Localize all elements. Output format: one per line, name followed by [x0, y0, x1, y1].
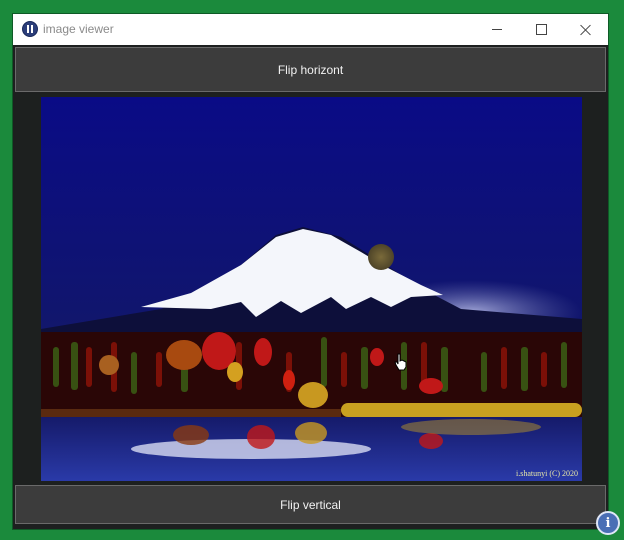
image-credit: i.shatunyi (C) 2020: [516, 469, 578, 478]
flip-horizontal-button[interactable]: Flip horizont: [15, 47, 606, 92]
window-title: image viewer: [43, 22, 114, 36]
app-logo-icon: [22, 21, 38, 37]
close-button[interactable]: [563, 14, 609, 45]
flip-vertical-button[interactable]: Flip vertical: [15, 485, 606, 524]
minimize-button[interactable]: [474, 14, 520, 45]
displayed-image: i.shatunyi (C) 2020: [41, 97, 582, 481]
hand-pointer-icon: [394, 353, 407, 371]
mountain-painting: [41, 97, 582, 481]
minimize-icon: [492, 29, 502, 30]
image-canvas: i.shatunyi (C) 2020: [15, 94, 606, 485]
image-viewer-window: image viewer Flip horizont i.shatunyi (C…: [12, 13, 609, 530]
maximize-icon: [535, 24, 547, 35]
close-icon: [580, 24, 592, 36]
maximize-button[interactable]: [518, 14, 564, 45]
title-bar[interactable]: image viewer: [13, 14, 608, 45]
info-icon[interactable]: i: [596, 511, 620, 535]
